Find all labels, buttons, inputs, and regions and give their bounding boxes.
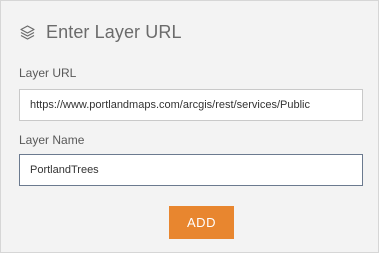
layer-url-label: Layer URL <box>19 66 77 80</box>
layer-name-input[interactable] <box>19 154 363 186</box>
add-button[interactable]: ADD <box>169 206 234 239</box>
panel-header: Enter Layer URL <box>19 19 182 45</box>
layers-icon <box>19 24 36 41</box>
panel-title: Enter Layer URL <box>46 21 182 42</box>
layer-url-input[interactable] <box>19 89 363 121</box>
layer-name-label: Layer Name <box>19 133 85 147</box>
enter-layer-url-panel: Enter Layer URL Layer URL Layer Name ADD <box>0 0 379 253</box>
